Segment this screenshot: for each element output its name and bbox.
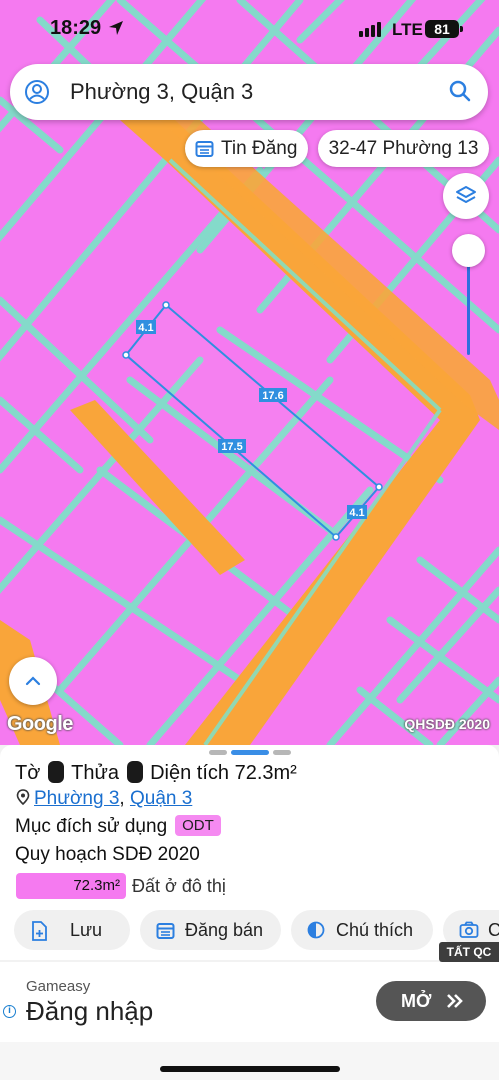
- plan-label: Quy hoạch SDĐ 2020: [15, 844, 200, 865]
- calendar-icon: [156, 923, 175, 939]
- ad-open-label: MỞ: [401, 991, 432, 1011]
- ad-brand: Gameasy: [26, 978, 91, 995]
- post-sale-button-label: Đăng bán: [185, 920, 264, 940]
- layers-icon: [456, 186, 476, 203]
- ad-info-icon[interactable]: i: [3, 1005, 16, 1018]
- post-sale-button[interactable]: Đăng bán: [140, 910, 281, 950]
- district-link[interactable]: Quận 3: [130, 788, 192, 809]
- expand-up-button[interactable]: [9, 657, 57, 705]
- search-icon[interactable]: [448, 79, 472, 103]
- listing-chip[interactable]: Tin Đăng: [185, 130, 308, 167]
- parcel-lot-label: Thửa: [71, 762, 119, 784]
- camera-add-icon: [459, 921, 479, 938]
- ward-chip[interactable]: 32-47 Phường 13: [318, 130, 489, 167]
- page-indicator: [273, 750, 291, 755]
- opacity-slider-knob[interactable]: [452, 234, 485, 267]
- location-arrow-icon: [109, 21, 123, 35]
- google-logo: Google: [7, 713, 73, 735]
- listing-chip-label: Tin Đăng: [221, 138, 298, 159]
- signal-icon: [359, 22, 381, 37]
- search-bar[interactable]: Phường 3, Quận 3: [10, 64, 488, 120]
- ad-banner[interactable]: i Gameasy Đăng nhập MỞ: [0, 962, 499, 1042]
- edge-label-1: 4.1: [138, 322, 153, 334]
- battery-icon: 81: [425, 20, 463, 38]
- land-purpose-badge: ODT: [175, 815, 221, 836]
- calendar-icon: [195, 141, 214, 157]
- legend-area-bar: 72.3m²: [16, 873, 126, 899]
- parcel-info-sheet: Tờ Thửa Diện tích 72.3m² Phường 3, Quận …: [0, 745, 499, 960]
- edge-label-4: 4.1: [349, 507, 364, 519]
- legend-description: Đất ở đô thị: [132, 876, 226, 896]
- redacted-mark: [47, 761, 64, 783]
- pin-icon: [16, 789, 30, 806]
- parcel-sheet-label: Tờ: [15, 762, 41, 784]
- save-button-label: Lưu: [70, 920, 103, 940]
- home-indicator-area: [0, 1042, 499, 1080]
- contrast-icon: [307, 921, 325, 939]
- redacted-mark: [126, 761, 143, 783]
- parcel-title: Tờ Thửa Diện tích 72.3m²: [15, 761, 297, 785]
- ad-headline: Đăng nhập: [26, 996, 154, 1026]
- legend-button[interactable]: Chú thích: [291, 910, 433, 950]
- ad-open-button[interactable]: MỞ: [376, 981, 486, 1021]
- search-input[interactable]: Phường 3, Quận 3: [70, 79, 253, 105]
- land-purpose: Mục đích sử dụng ODT: [15, 815, 221, 838]
- ward-link[interactable]: Phường 3: [34, 788, 119, 809]
- status-time: 18:29: [50, 17, 102, 39]
- double-chevron-right-icon: [447, 994, 463, 1008]
- add-note-icon: [32, 921, 47, 941]
- land-purpose-label: Mục đích sử dụng: [15, 816, 168, 837]
- account-icon[interactable]: [24, 79, 50, 105]
- page-indicator-active: [231, 750, 269, 755]
- chevron-up-icon: [25, 676, 41, 686]
- legend-button-label: Chú thích: [336, 920, 414, 940]
- page-indicator: [209, 750, 227, 755]
- action-row: Lưu Đăng bán Chú thích C: [14, 910, 499, 950]
- edge-label-3: 17.5: [221, 441, 242, 453]
- home-indicator[interactable]: [160, 1066, 340, 1072]
- network-type: LTE: [392, 20, 423, 39]
- close-ad-badge[interactable]: TẤT QC: [439, 942, 499, 962]
- layers-button[interactable]: [443, 173, 489, 219]
- edge-label-2: 17.6: [262, 390, 283, 402]
- parcel-address: Phường 3, Quận 3: [16, 788, 192, 810]
- status-bar: 18:29 LTE 81: [0, 0, 499, 58]
- save-button[interactable]: Lưu: [14, 910, 130, 950]
- parcel-area-label: Diện tích 72.3m²: [150, 762, 297, 784]
- map-layer-label: QHSDĐ 2020: [404, 716, 490, 732]
